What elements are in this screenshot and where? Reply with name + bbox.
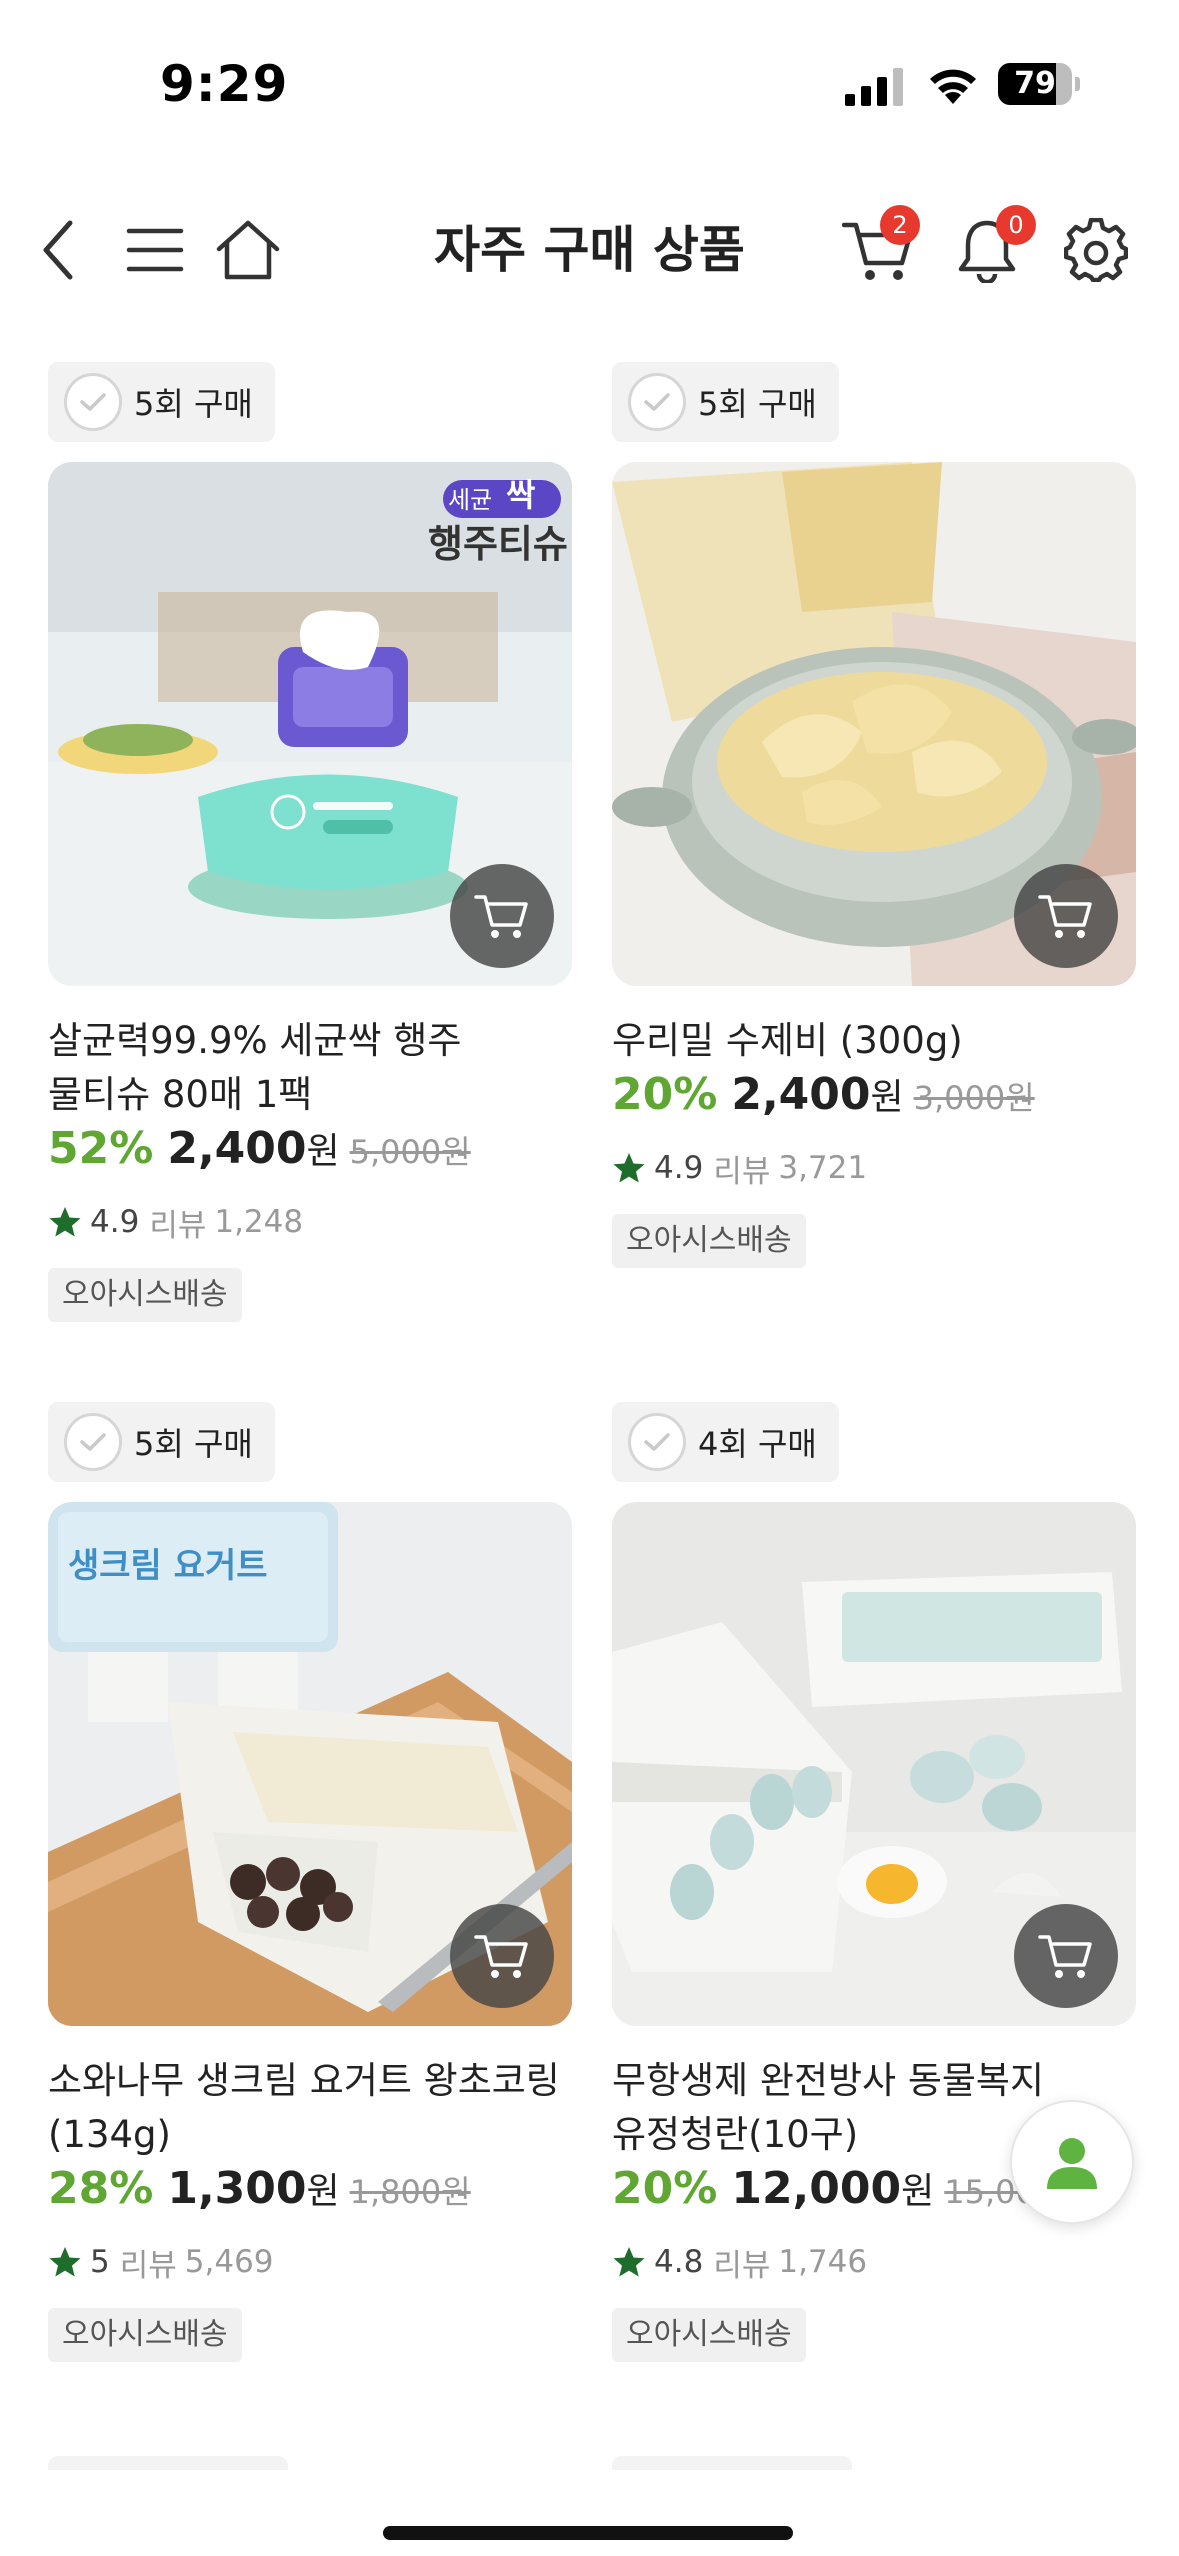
- purchase-count: 5회 구매: [134, 385, 253, 423]
- next-row-chip: [612, 2456, 852, 2470]
- image-label-line2: 행주티슈: [428, 522, 568, 566]
- product-image[interactable]: [612, 1502, 1136, 2026]
- review-count: 5,469: [184, 2244, 274, 2280]
- select-chip[interactable]: 5회 구매: [48, 362, 275, 442]
- checkbox-icon[interactable]: [628, 1413, 686, 1471]
- home-indicator: [383, 2526, 793, 2540]
- menu-icon[interactable]: [120, 195, 190, 305]
- image-label-line1: 세균: [448, 486, 492, 514]
- price-line: 28% 1,300 원 1,800원: [48, 2162, 608, 2222]
- product-image[interactable]: 세균 싹 행주티슈: [48, 462, 572, 986]
- app-header: 자주 구매 상품 2 0: [0, 195, 1179, 305]
- cart-count-badge: 2: [880, 205, 920, 245]
- rating-value: 4.9: [654, 1150, 704, 1186]
- back-icon[interactable]: [28, 195, 88, 305]
- purchase-count: 4회 구매: [698, 1425, 817, 1463]
- sale-price: 1,300: [167, 2163, 307, 2214]
- star-icon: [613, 1153, 645, 1183]
- next-row-chip: [48, 2456, 288, 2470]
- screen: 9:29 79 자주 구매 상품 2 0 5회 구매 세균 싹 행주티슈 살균력…: [0, 0, 1179, 2556]
- review-label: 리뷰: [713, 1153, 771, 1190]
- battery-icon: 79: [998, 63, 1080, 105]
- price-line: 52% 2,400 원 5,000원: [48, 1122, 608, 1182]
- star-icon: [49, 2247, 81, 2277]
- sale-price: 2,400: [731, 1069, 871, 1120]
- settings-gear-icon[interactable]: [1060, 195, 1132, 305]
- delivery-tag: 오아시스배송: [612, 2308, 806, 2362]
- product-image[interactable]: 생크림 요거트: [48, 1502, 572, 2026]
- purchase-count: 5회 구매: [698, 385, 817, 423]
- product-name[interactable]: 소와나무 생크림 요거트 왕초코링(134g): [48, 2054, 572, 2162]
- add-to-cart-button[interactable]: [1014, 864, 1118, 968]
- add-to-cart-button[interactable]: [450, 1904, 554, 2008]
- review-count: 3,721: [778, 1150, 868, 1186]
- review-count: 1,248: [214, 1204, 304, 1240]
- product-name[interactable]: 살균력99.9% 세균싹 행주 물티슈 80매 1팩: [48, 1014, 572, 1122]
- checkbox-icon[interactable]: [628, 373, 686, 431]
- currency: 원: [306, 1131, 340, 1172]
- person-icon: [1047, 2138, 1097, 2189]
- add-to-cart-button[interactable]: [1014, 1904, 1118, 2008]
- rating-value: 4.9: [90, 1204, 140, 1240]
- rating-line: 4.9 리뷰 1,248: [48, 1200, 303, 1244]
- home-icon[interactable]: [210, 195, 286, 305]
- review-label: 리뷰: [119, 2247, 177, 2284]
- rating-line: 4.9 리뷰 3,721: [612, 1146, 867, 1190]
- select-chip[interactable]: 4회 구매: [612, 1402, 839, 1482]
- add-to-cart-button[interactable]: [450, 864, 554, 968]
- wifi-icon: [930, 69, 976, 104]
- original-price: 5,000원: [349, 1133, 471, 1171]
- review-label: 리뷰: [713, 2247, 771, 2284]
- image-label-highlight: 싹: [506, 476, 535, 514]
- select-chip[interactable]: 5회 구매: [612, 362, 839, 442]
- original-price: 1,800원: [349, 2173, 471, 2211]
- original-price: 3,000원: [913, 1079, 1035, 1117]
- delivery-tag: 오아시스배송: [48, 1268, 242, 1322]
- product-image[interactable]: [612, 462, 1136, 986]
- star-icon: [613, 2247, 645, 2277]
- price-line: 20% 2,400 원 3,000원: [612, 1068, 1172, 1128]
- product-name[interactable]: 우리밀 수제비 (300g): [612, 1014, 1136, 1068]
- currency: 원: [306, 2171, 340, 2212]
- checkbox-icon[interactable]: [64, 1413, 122, 1471]
- delivery-tag: 오아시스배송: [612, 1214, 806, 1268]
- purchase-count: 5회 구매: [134, 1425, 253, 1463]
- review-count: 1,746: [778, 2244, 868, 2280]
- profile-button[interactable]: [1010, 2100, 1134, 2224]
- select-chip[interactable]: 5회 구매: [48, 1402, 275, 1482]
- sale-price: 2,400: [167, 1123, 307, 1174]
- currency: 원: [901, 2171, 935, 2212]
- battery-level: 79: [1014, 66, 1056, 101]
- delivery-tag: 오아시스배송: [48, 2308, 242, 2362]
- status-bar: 9:29 79: [0, 0, 1179, 150]
- discount-rate: 20%: [612, 1069, 718, 1120]
- currency: 원: [870, 1077, 904, 1118]
- discount-rate: 52%: [48, 1123, 154, 1174]
- checkbox-icon[interactable]: [64, 373, 122, 431]
- rating-line: 4.8 리뷰 1,746: [612, 2240, 867, 2284]
- cellular-signal-icon: [845, 68, 903, 106]
- svg-text:생크림 요거트: 생크림 요거트: [68, 1546, 268, 1586]
- status-time: 9:29: [160, 55, 289, 113]
- discount-rate: 28%: [48, 2163, 154, 2214]
- rating-value: 4.8: [654, 2244, 704, 2280]
- review-label: 리뷰: [149, 1207, 207, 1244]
- notification-count-badge: 0: [996, 205, 1036, 245]
- rating-line: 5 리뷰 5,469: [48, 2240, 274, 2284]
- star-icon: [49, 1207, 81, 1237]
- rating-value: 5: [90, 2244, 110, 2280]
- sale-price: 12,000: [731, 2163, 902, 2214]
- discount-rate: 20%: [612, 2163, 718, 2214]
